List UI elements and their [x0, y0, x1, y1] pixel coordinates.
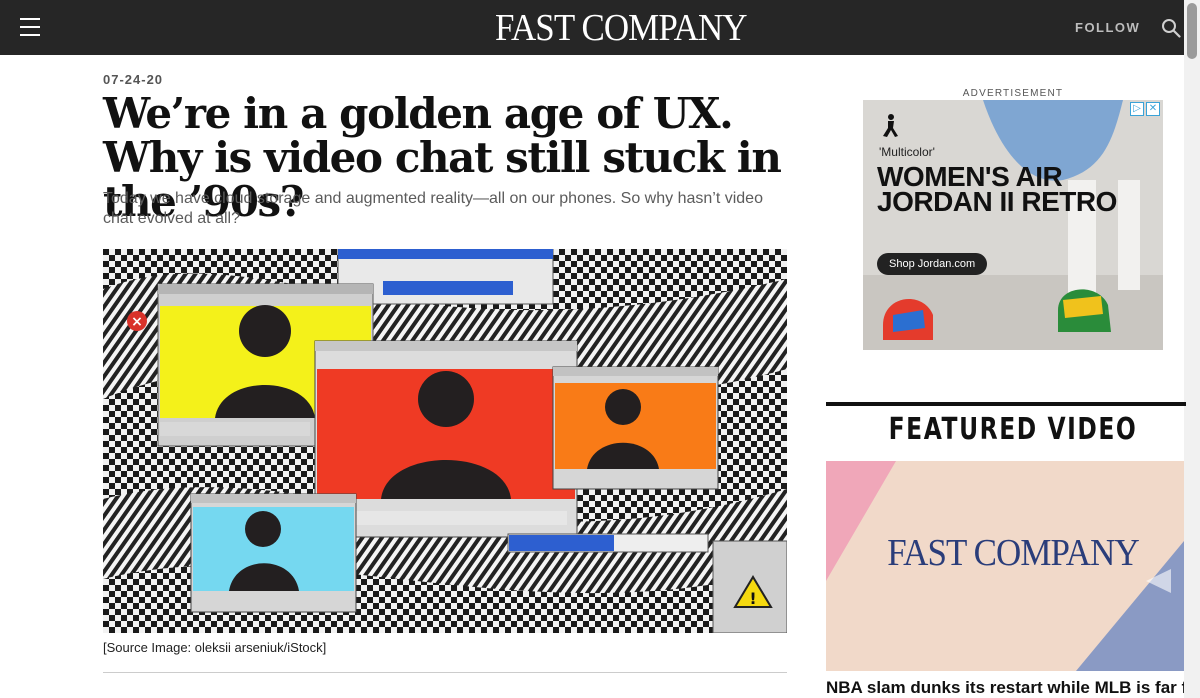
advertisement-banner[interactable]: ▷ ✕ 'Multicolor' WOMEN'S AIR JORDAN II R…	[863, 100, 1163, 350]
divider	[103, 672, 787, 673]
hero-image: × !	[103, 249, 787, 633]
adchoices-icon[interactable]: ▷	[1130, 102, 1144, 116]
follow-button[interactable]: FOLLOW	[1075, 20, 1140, 35]
ad-cta-button[interactable]: Shop Jordan.com	[877, 253, 988, 275]
ad-photo	[863, 100, 1163, 350]
search-icon[interactable]	[1161, 18, 1181, 38]
scrollbar-track[interactable]	[1184, 0, 1200, 698]
close-icon[interactable]: ✕	[1146, 102, 1160, 116]
svg-text:×: ×	[131, 314, 143, 330]
top-bar: FAST COMPANY FOLLOW	[0, 0, 1184, 55]
ad-badges: ▷ ✕	[1130, 102, 1160, 116]
ad-colorway: 'Multicolor'	[879, 145, 935, 159]
site-logo[interactable]: FAST COMPANY	[495, 7, 748, 49]
ad-title: WOMEN'S AIR JORDAN II RETRO	[877, 161, 1117, 217]
featured-video-logo: FAST COMPANY	[887, 532, 1140, 574]
featured-video-rule	[826, 402, 1186, 406]
article-deck: Today we have cloud storage and augmente…	[103, 190, 763, 227]
featured-video-player[interactable]: FAST COMPANY	[826, 461, 1184, 671]
featured-video-caption[interactable]: NBA slam dunks its restart while MLB is …	[826, 678, 1184, 698]
featured-video-heading: FEATURED VIDEO	[888, 412, 1138, 447]
hamburger-menu-icon[interactable]	[20, 18, 40, 36]
image-credit: [Source Image: oleksii arseniuk/iStock]	[103, 640, 327, 655]
svg-text:!: !	[749, 589, 756, 608]
advertisement-label: ADVERTISEMENT	[962, 88, 1064, 99]
video-chat-collage-illustration: × !	[103, 249, 787, 633]
jumpman-logo-icon	[883, 114, 898, 137]
scrollbar-thumb[interactable]	[1187, 3, 1197, 59]
article-date: 07-24-20	[103, 72, 164, 87]
